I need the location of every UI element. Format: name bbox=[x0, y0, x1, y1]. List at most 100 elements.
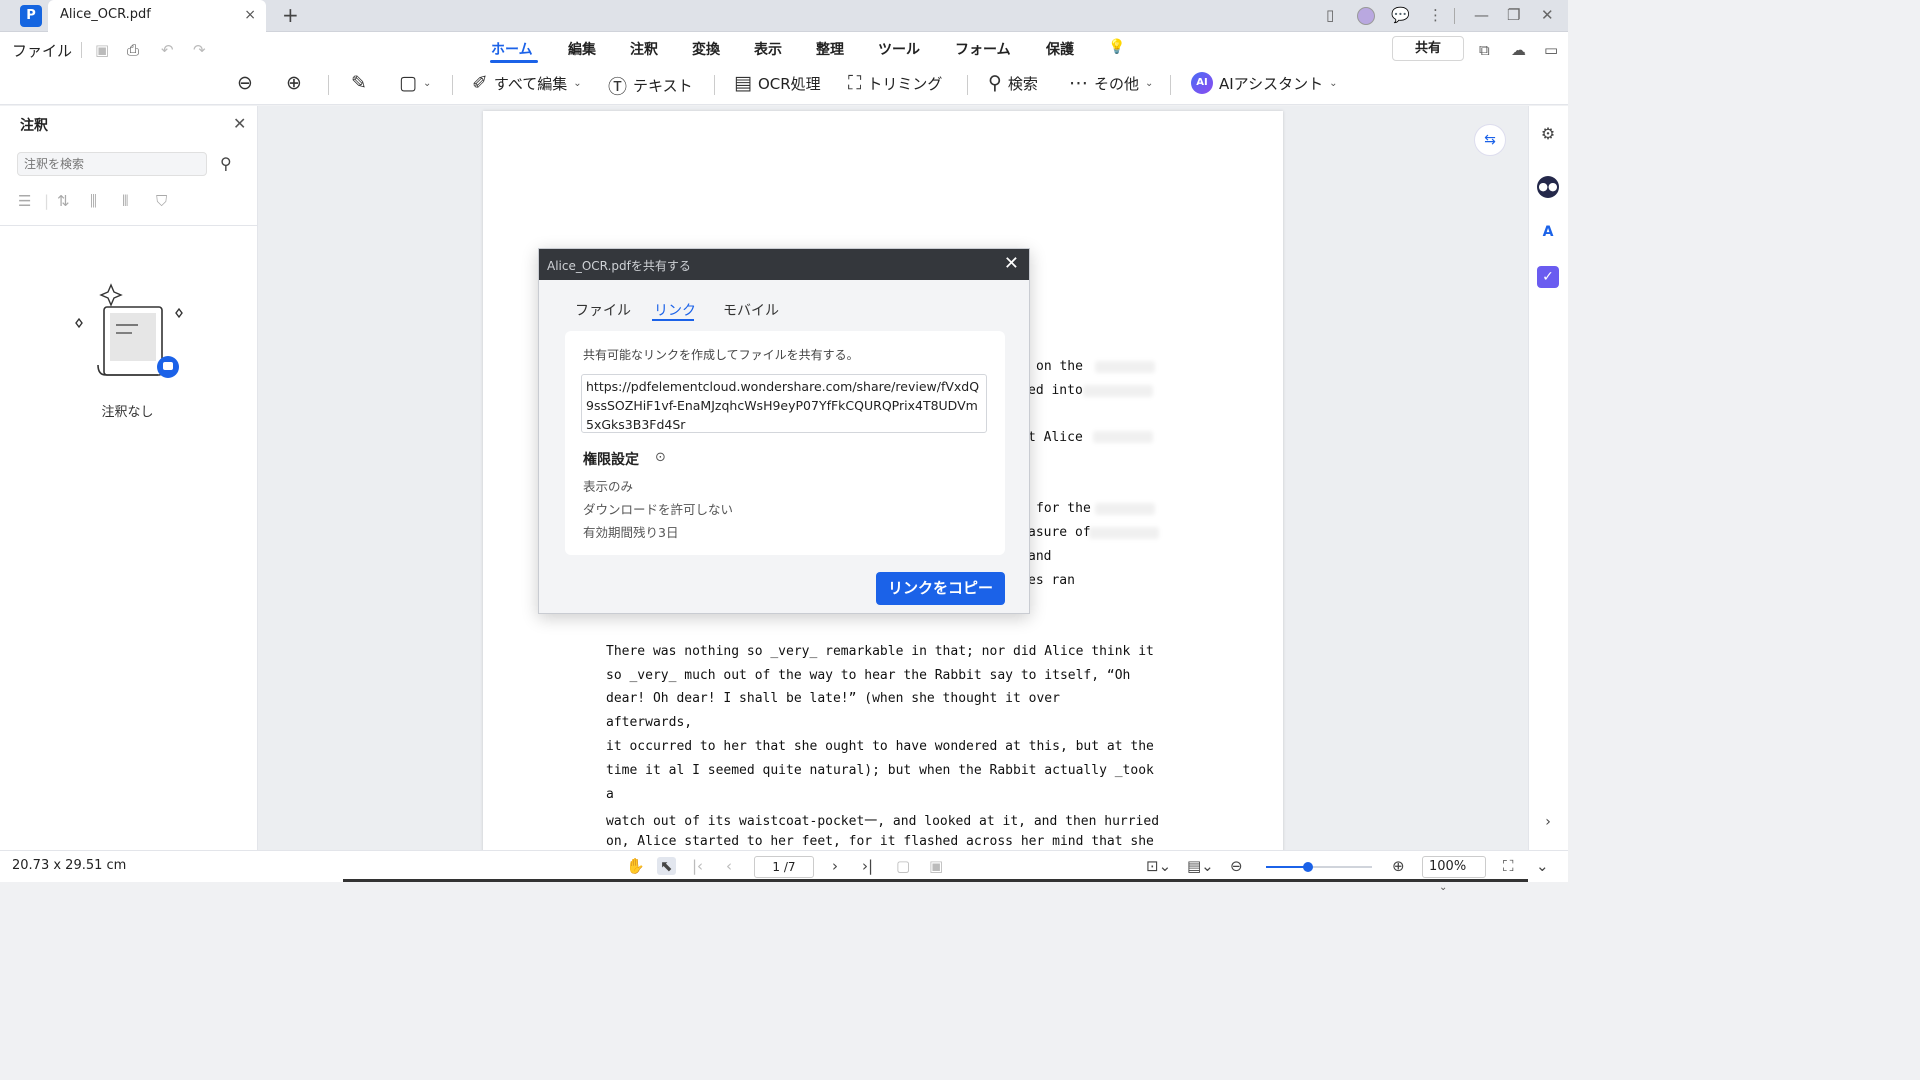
text-line: time it al I seemed quite natural); but … bbox=[606, 763, 1154, 778]
copy-link-button[interactable]: リンクをコピー bbox=[876, 572, 1005, 605]
zoom-out-icon[interactable]: ⊖ bbox=[1230, 857, 1243, 875]
share-link-field[interactable]: https://pdfelementcloud.wondershare.com/… bbox=[581, 374, 987, 433]
chevron-down-icon: ⌄ bbox=[1439, 882, 1448, 893]
more-dots-icon: ⋯ bbox=[1069, 72, 1088, 94]
hand-tool-icon[interactable]: ✋ bbox=[626, 857, 645, 875]
translate-icon[interactable]: ⇆ bbox=[1474, 124, 1506, 156]
ai-assistant-label: AIアシスタント bbox=[1219, 74, 1324, 93]
minimize-button[interactable]: — bbox=[1474, 6, 1489, 24]
ai-robot-icon[interactable]: ●● bbox=[1537, 176, 1559, 198]
ocr-label: OCR処理 bbox=[757, 74, 821, 93]
restore-button[interactable]: ❐ bbox=[1507, 6, 1520, 24]
tab-convert[interactable]: 変換 bbox=[692, 39, 720, 59]
text-line: on the bbox=[1036, 359, 1083, 374]
zoom-out-button[interactable]: ⊖ bbox=[237, 72, 253, 94]
active-tab-indicator bbox=[490, 60, 538, 63]
app-logo-icon[interactable]: P bbox=[20, 5, 42, 27]
redo-icon[interactable]: ↷ bbox=[193, 41, 206, 59]
fit-width-icon[interactable]: ▣ bbox=[929, 857, 943, 875]
document-tab[interactable]: Alice_OCR.pdf × bbox=[48, 0, 266, 32]
search-icon[interactable]: ⚲ bbox=[220, 154, 232, 173]
tab-organize[interactable]: 整理 bbox=[816, 39, 844, 59]
more-vertical-icon[interactable]: ⋮ bbox=[1428, 6, 1443, 24]
ai-assistant-button[interactable]: AI AIアシスタント ⌄ bbox=[1191, 72, 1337, 94]
divider bbox=[0, 225, 257, 226]
page-number-input[interactable]: 1 /7 bbox=[754, 856, 814, 878]
close-icon[interactable]: ✕ bbox=[1004, 253, 1019, 274]
scan-artifact bbox=[1089, 527, 1159, 539]
tab-file[interactable]: ファイル bbox=[575, 300, 631, 320]
empty-message: 注釈なし bbox=[101, 405, 154, 420]
lightbulb-icon[interactable]: 💡 bbox=[1108, 39, 1125, 55]
cloud-upload-icon[interactable]: ☁ bbox=[1511, 41, 1526, 59]
page-layout-icon[interactable]: ⊡⌄ bbox=[1146, 857, 1171, 875]
crop-button[interactable]: ⛶ トリミング bbox=[848, 72, 942, 94]
undo-icon[interactable]: ↶ bbox=[161, 41, 174, 59]
columns-icon[interactable]: ⦀ bbox=[122, 192, 129, 210]
search-button[interactable]: ⚲ 検索 bbox=[988, 72, 1038, 94]
highlight-button[interactable]: ✎ bbox=[351, 72, 367, 94]
save-icon[interactable]: ▣ bbox=[95, 41, 109, 59]
previous-page-icon[interactable]: ‹ bbox=[726, 857, 732, 875]
fullscreen-icon[interactable]: ⛶ bbox=[1503, 857, 1514, 875]
tab-protect[interactable]: 保護 bbox=[1046, 39, 1074, 59]
zoom-slider-thumb[interactable] bbox=[1303, 862, 1314, 872]
text-button[interactable]: Ⓣ テキスト bbox=[608, 72, 693, 99]
chevron-down-icon: ⌄ bbox=[573, 77, 582, 89]
translate-icon[interactable]: A bbox=[1537, 221, 1559, 243]
avatar[interactable] bbox=[1357, 7, 1375, 25]
permissions-title: 権限設定 bbox=[583, 452, 639, 468]
divider bbox=[1170, 75, 1171, 95]
annotation-search-input[interactable] bbox=[17, 152, 207, 176]
file-menu[interactable]: ファイル bbox=[12, 40, 72, 61]
add-tab-button[interactable]: + bbox=[282, 3, 299, 27]
tab-home[interactable]: ホーム bbox=[491, 39, 533, 59]
edit-all-button[interactable]: ✐ すべて編集 ⌄ bbox=[472, 72, 582, 94]
tab-edit[interactable]: 編集 bbox=[568, 39, 596, 59]
tab-tools[interactable]: ツール bbox=[878, 39, 920, 59]
tab-link[interactable]: リンク bbox=[654, 300, 696, 320]
connect-icon[interactable]: ⧉ bbox=[1479, 41, 1490, 59]
checklist-icon[interactable]: ✓ bbox=[1537, 266, 1559, 288]
tab-annotate[interactable]: 注釈 bbox=[630, 39, 658, 59]
list-view-icon[interactable]: ☰ bbox=[18, 192, 31, 210]
horizontal-scrollbar[interactable] bbox=[343, 879, 1528, 882]
fit-page-icon[interactable]: ▢ bbox=[896, 857, 910, 875]
title-bar: P Alice_OCR.pdf × + ▯ 💬 ⋮ — ❐ ✕ bbox=[0, 0, 1568, 32]
last-page-icon[interactable]: ›| bbox=[862, 857, 873, 875]
chevron-right-icon[interactable]: › bbox=[1537, 811, 1559, 833]
group-icon[interactable]: ⫼ bbox=[90, 192, 97, 210]
next-page-icon[interactable]: › bbox=[832, 857, 838, 875]
window-close-button[interactable]: ✕ bbox=[1541, 6, 1554, 24]
settings-icon[interactable]: ⊙ bbox=[655, 450, 666, 465]
tab-view[interactable]: 表示 bbox=[754, 39, 782, 59]
share-button[interactable]: 共有 bbox=[1392, 36, 1464, 61]
tab-mobile[interactable]: モバイル bbox=[723, 300, 779, 320]
text-line: watch out of its waistcoat-pocket一, and … bbox=[606, 814, 1160, 829]
zoom-in-button[interactable]: ⊕ bbox=[286, 72, 302, 94]
dialog-header: Alice_OCR.pdfを共有する ✕ bbox=[539, 249, 1029, 280]
expand-down-icon[interactable]: ⌄ bbox=[1536, 857, 1549, 875]
zoom-slider[interactable] bbox=[1266, 862, 1372, 872]
zoom-level-select[interactable]: 100% ⌄ bbox=[1422, 856, 1486, 893]
message-icon[interactable]: 💬 bbox=[1391, 6, 1410, 24]
first-page-icon[interactable]: |‹ bbox=[692, 857, 703, 875]
filter-icon[interactable]: ⛉ bbox=[156, 192, 167, 210]
collapse-ribbon-icon[interactable]: ▭ bbox=[1544, 41, 1558, 59]
close-icon[interactable]: ✕ bbox=[233, 114, 246, 133]
tablet-icon[interactable]: ▯ bbox=[1326, 6, 1334, 24]
tab-form[interactable]: フォーム bbox=[955, 39, 1011, 59]
menu-bar: ファイル ▣ ⎙ ↶ ↷ ホーム 編集 注釈 変換 表示 整理 ツール フォーム… bbox=[0, 32, 1568, 65]
toolbar: ⊖ ⊕ ✎ ▢ ⌄ ✐ すべて編集 ⌄ Ⓣ テキスト ▤ OCR処理 ⛶ トリミング ⚲ 検索… bbox=[0, 65, 1568, 105]
properties-icon[interactable]: ⚙ bbox=[1537, 123, 1559, 145]
print-icon[interactable]: ⎙ bbox=[127, 41, 139, 59]
tab-close-icon[interactable]: × bbox=[244, 7, 256, 23]
zoom-in-icon[interactable]: ⊕ bbox=[1392, 857, 1405, 875]
sort-icon[interactable]: ⇅ bbox=[57, 192, 70, 210]
more-button[interactable]: ⋯ その他 ⌄ bbox=[1069, 72, 1153, 94]
select-tool-icon[interactable]: ⬉ bbox=[657, 857, 676, 875]
display-mode-icon[interactable]: ▤⌄ bbox=[1187, 857, 1214, 875]
window-controls-divider bbox=[1454, 8, 1455, 24]
ocr-button[interactable]: ▤ OCR処理 bbox=[734, 72, 821, 94]
shape-button[interactable]: ▢ ⌄ bbox=[399, 72, 431, 94]
